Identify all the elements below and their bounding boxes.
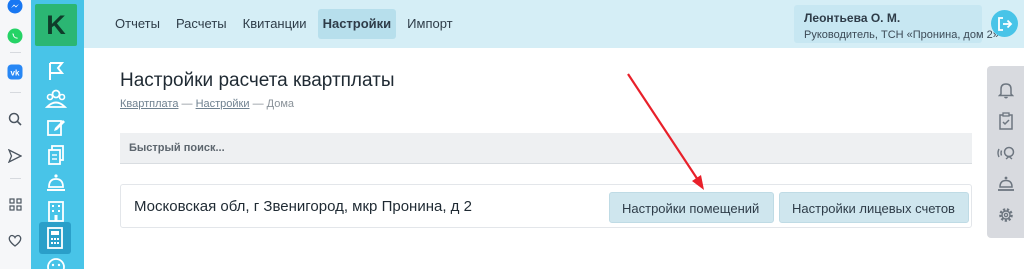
- breadcrumb-link-rent[interactable]: Квартплата: [120, 98, 178, 110]
- bell-icon[interactable]: [995, 79, 1017, 101]
- right-side-panel: [987, 66, 1024, 238]
- account-settings-button[interactable]: Настройки лицевых счетов: [779, 192, 969, 223]
- user-role: Руководитель, ТСН «Пронина, дом 2»: [804, 29, 999, 41]
- breadcrumb-link-settings[interactable]: Настройки: [196, 98, 250, 110]
- support-icon[interactable]: [995, 142, 1017, 164]
- house-address: Московская обл, г Звенигород, мкр Пронин…: [134, 198, 472, 215]
- house-row: Московская обл, г Звенигород, мкр Пронин…: [120, 184, 972, 228]
- flag-icon[interactable]: [43, 58, 69, 84]
- people-icon[interactable]: [43, 86, 69, 112]
- apps-icon[interactable]: [5, 194, 25, 214]
- service-bell-icon[interactable]: [995, 173, 1017, 195]
- room-settings-button[interactable]: Настройки помещений: [609, 192, 774, 223]
- menu-item-reports[interactable]: Отчеты: [110, 9, 165, 39]
- breadcrumb-separator: —: [252, 98, 264, 110]
- sidebar-separator: [10, 178, 21, 179]
- service-bell-icon[interactable]: [43, 170, 69, 196]
- heart-icon[interactable]: [5, 230, 25, 250]
- main-menu: Отчеты Расчеты Квитанции Настройки Импор…: [110, 9, 458, 39]
- whatsapp-icon[interactable]: [5, 26, 25, 46]
- vk-icon[interactable]: vk: [5, 62, 25, 82]
- settings-gear-icon[interactable]: [995, 204, 1017, 226]
- menu-item-settings[interactable]: Настройки: [317, 9, 397, 39]
- logout-button[interactable]: [991, 10, 1018, 37]
- user-card[interactable]: Леонтьева О. М. Руководитель, ТСН «Прони…: [794, 5, 999, 43]
- breadcrumb-current: Дома: [266, 98, 295, 110]
- top-header: Отчеты Расчеты Квитанции Настройки Импор…: [84, 0, 1024, 48]
- search-input[interactable]: [120, 133, 972, 163]
- calculator-icon[interactable]: [39, 222, 71, 254]
- smile-icon[interactable]: [43, 254, 69, 280]
- send-icon[interactable]: [5, 146, 25, 166]
- menu-item-import[interactable]: Импорт: [402, 9, 457, 39]
- menu-item-receipts[interactable]: Квитанции: [238, 9, 312, 39]
- app-logo[interactable]: K: [35, 4, 77, 46]
- building-icon[interactable]: [43, 198, 69, 224]
- messenger-icon[interactable]: [5, 0, 25, 16]
- breadcrumb: Квартплата — Настройки — Дома: [120, 98, 294, 110]
- sidebar-separator: [10, 92, 21, 93]
- menu-item-calculations[interactable]: Расчеты: [171, 9, 232, 39]
- logo-letter: K: [46, 9, 66, 40]
- documents-icon[interactable]: [43, 142, 69, 168]
- app-navigation: K: [31, 0, 84, 276]
- sidebar-separator: [10, 52, 21, 53]
- svg-text:vk: vk: [11, 69, 20, 78]
- search-icon[interactable]: [5, 109, 25, 129]
- edit-icon[interactable]: [43, 114, 69, 140]
- logout-icon: [997, 16, 1012, 31]
- quick-search: [120, 133, 972, 164]
- clipboard-check-icon[interactable]: [995, 110, 1017, 132]
- browser-sidebar: vk: [0, 0, 32, 269]
- page-title: Настройки расчета квартплаты: [120, 70, 395, 91]
- user-name: Леонтьева О. М.: [804, 11, 901, 25]
- breadcrumb-separator: —: [181, 98, 193, 110]
